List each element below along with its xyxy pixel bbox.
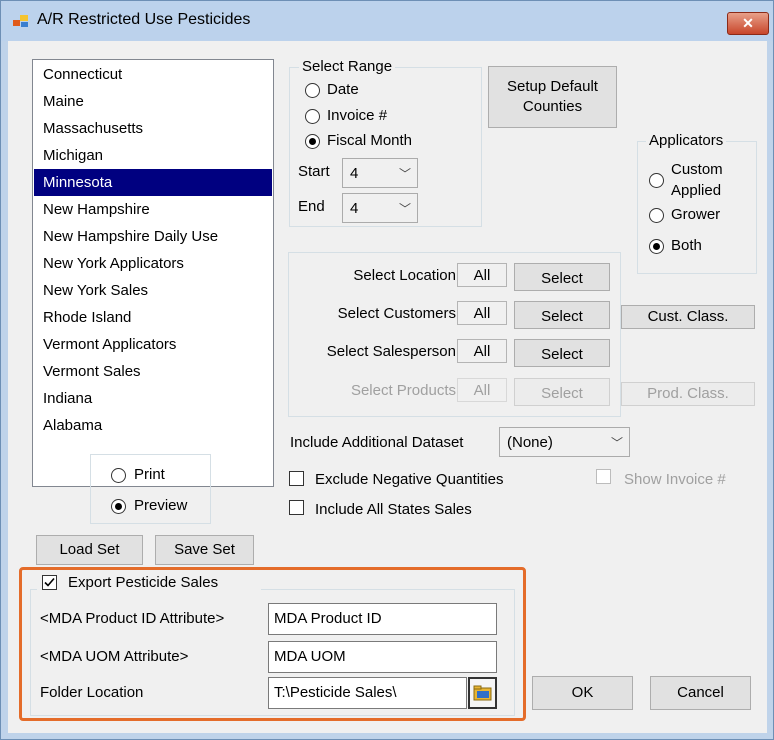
select-customers-button[interactable]: Select [514,301,610,329]
title-bar[interactable]: A/R Restricted Use Pesticides ✕ [1,1,773,41]
list-item[interactable]: Alabama [34,412,272,439]
cancel-button[interactable]: Cancel [650,676,751,710]
setup-counties-button[interactable]: Setup Default Counties [488,66,617,128]
dialog-window: A/R Restricted Use Pesticides ✕ Connecti… [0,0,774,740]
exclude-negative-checkbox[interactable] [289,471,304,486]
exclude-negative-label: Exclude Negative Quantities [315,471,504,488]
location-all-value: All [457,263,507,287]
preview-label: Preview [134,497,188,514]
chevron-down-icon: ﹀ [398,202,411,216]
select-salesperson-button[interactable]: Select [514,339,610,367]
export-highlight [19,567,526,721]
applicators-title: Applicators [646,132,727,149]
state-list[interactable]: Connecticut Maine Massachusetts Michigan… [32,59,274,487]
include-all-states-label: Include All States Sales [315,501,472,518]
start-label: Start [298,163,330,180]
custom-label-line2: Applied [671,182,722,199]
select-products-button[interactable]: Select [514,378,610,406]
prod-class-button[interactable]: Prod. Class. [621,382,755,406]
custom-label-line1: Custom [671,161,723,178]
products-all-value: All [457,378,507,402]
list-item[interactable]: Maine [34,88,272,115]
select-products-label: Select Products [350,382,456,399]
list-item[interactable]: New York Sales [34,277,272,304]
date-radio[interactable] [305,83,320,98]
show-invoice-label: Show Invoice # [624,471,726,488]
select-customers-label: Select Customers [337,305,456,322]
dialog-body: Connecticut Maine Massachusetts Michigan… [8,41,767,733]
print-radio[interactable] [111,468,126,483]
invoice-radio[interactable] [305,109,320,124]
list-item[interactable]: New Hampshire Daily Use [34,223,272,250]
invoice-label: Invoice # [327,107,388,124]
list-item[interactable]: Michigan [34,142,272,169]
chevron-down-icon: ﹀ [398,167,411,181]
list-item[interactable]: Vermont Applicators [34,331,272,358]
list-item[interactable]: New York Applicators [34,250,272,277]
custom-applied-radio[interactable] [649,173,664,188]
select-range-title: Select Range [299,58,396,75]
start-value: 4 [350,165,359,182]
ok-button[interactable]: OK [532,676,633,710]
close-button[interactable]: ✕ [727,12,769,35]
list-item[interactable]: Connecticut [34,61,272,88]
end-value: 4 [350,200,359,217]
grower-label: Grower [671,206,721,223]
window-title: A/R Restricted Use Pesticides [37,11,251,28]
list-item[interactable]: Indiana [34,385,272,412]
select-location-label: Select Location [353,267,456,284]
fiscal-month-radio[interactable] [305,134,320,149]
select-location-button[interactable]: Select [514,263,610,291]
salesperson-all-value: All [457,339,507,363]
show-invoice-checkbox[interactable] [596,469,611,484]
chevron-down-icon: ﹀ [610,436,623,450]
app-icon [13,15,28,27]
cust-class-button[interactable]: Cust. Class. [621,305,755,329]
setup-counties-label: Setup Default Counties [507,78,598,115]
preview-radio[interactable] [111,499,126,514]
list-item-selected[interactable]: Minnesota [34,169,272,196]
both-label: Both [671,237,702,254]
dataset-value: (None) [507,434,553,451]
custom-applied-label: Custom Applied [671,159,723,201]
list-item[interactable]: Vermont Sales [34,358,272,385]
list-item[interactable]: Massachusetts [34,115,272,142]
dataset-select[interactable]: (None) ﹀ [499,427,630,457]
customers-all-value: All [457,301,507,325]
list-item[interactable]: Rhode Island [34,304,272,331]
both-radio[interactable] [649,239,664,254]
dataset-label: Include Additional Dataset [290,434,464,451]
include-all-states-checkbox[interactable] [289,500,304,515]
end-month-select[interactable]: 4 ﹀ [342,193,418,223]
save-set-button[interactable]: Save Set [155,535,254,565]
date-label: Date [327,81,359,98]
grower-radio[interactable] [649,208,664,223]
start-month-select[interactable]: 4 ﹀ [342,158,418,188]
load-set-button[interactable]: Load Set [36,535,143,565]
select-salesperson-label: Select Salesperson [326,343,456,360]
fiscal-month-label: Fiscal Month [327,132,413,149]
print-label: Print [134,466,165,483]
list-item[interactable]: New Hampshire [34,196,272,223]
end-label: End [298,198,325,215]
